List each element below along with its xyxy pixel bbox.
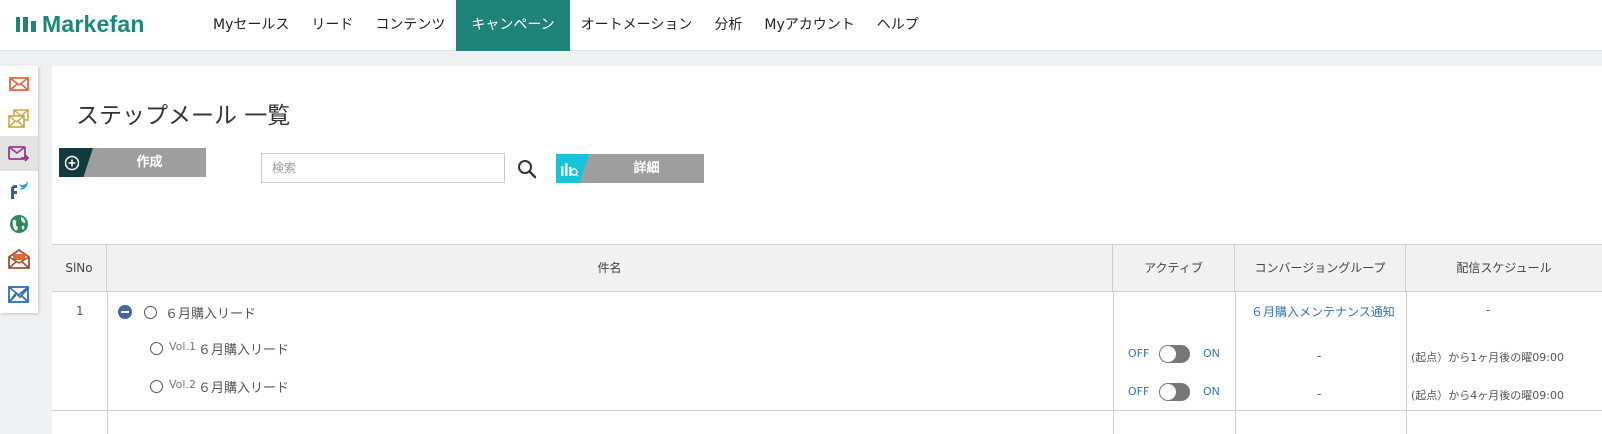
active-toggle[interactable] [1159, 345, 1190, 363]
top-navbar: Markefan Myセールス リード コンテンツ キャンペーン オートメーショ… [0, 0, 1602, 51]
toggle-on-label: ON [1203, 347, 1220, 360]
brand-name: Markefan [42, 10, 145, 37]
nav-item-analytics[interactable]: 分析 [703, 0, 753, 51]
nav-item-my-account[interactable]: Myアカウント [753, 0, 865, 51]
sidebar-item-social[interactable] [0, 171, 38, 206]
campaign-sidebar [0, 66, 38, 313]
nav-item-automation[interactable]: オートメーション [570, 0, 704, 51]
social-facebook-twitter-icon [11, 180, 28, 199]
search-icon[interactable] [517, 159, 537, 179]
sidebar-item-web[interactable] [0, 206, 38, 241]
detail-button-label: 詳細 [633, 161, 660, 176]
conversion-group-value: - [1317, 349, 1322, 363]
mail-icon [9, 76, 29, 91]
globe-icon [10, 214, 28, 233]
detail-button[interactable]: 詳細 [556, 154, 704, 183]
schedule-value: (起点）から4ヶ月後の曜09:00 [1411, 389, 1564, 402]
volume-label: Vol.1 [169, 340, 196, 353]
active-toggle[interactable] [1159, 383, 1190, 401]
table-body: 1 ６月購入リード ６月購入メンテナンス通知 - Vol.1 ６月購入リード O… [52, 292, 1602, 434]
step-mail-name[interactable]: ６月購入リード [198, 339, 289, 358]
create-button-cap [59, 148, 93, 177]
chart-bars-icon [561, 162, 578, 176]
row-radio[interactable] [150, 380, 163, 393]
row-radio[interactable] [150, 342, 163, 355]
toggle-on-label: ON [1203, 385, 1220, 398]
column-header-subject: 件名 [107, 245, 1113, 292]
detail-button-cap [556, 154, 589, 183]
schedule-value: - [1486, 303, 1491, 317]
conversion-group-value: - [1317, 387, 1322, 401]
main-panel: ステップメール 一覧 作成 詳細 SlNo 件名 アクティブ コンバージョングル… [52, 66, 1602, 434]
step-mail-table: SlNo 件名 アクティブ コンバージョングループ 配信スケジュール 1 ６月購… [52, 244, 1602, 434]
volume-label: Vol.2 [169, 378, 196, 391]
column-header-schedule: 配信スケジュール [1456, 261, 1552, 275]
collapse-icon[interactable] [118, 305, 132, 319]
column-header-conversion-group: コンバージョングループ [1235, 245, 1406, 292]
sidebar-item-step-mail[interactable] [0, 136, 38, 171]
search-input[interactable] [261, 153, 505, 183]
schedule-value: (起点）から1ヶ月後の曜09:00 [1411, 351, 1564, 364]
create-button-label: 作成 [136, 155, 163, 170]
brand-logo-mark [16, 16, 36, 32]
step-mail-name[interactable]: ６月購入リード [198, 377, 289, 396]
main-nav: Myセールス リード コンテンツ キャンペーン オートメーション 分析 Myアカ… [202, 0, 930, 51]
create-button[interactable]: 作成 [59, 148, 206, 177]
nav-item-my-sales[interactable]: Myセールス [202, 0, 300, 51]
toggle-off-label: OFF [1128, 347, 1150, 360]
toggle-off-label: OFF [1128, 385, 1150, 398]
row-number: 1 [76, 304, 84, 318]
plus-circle-icon [64, 155, 80, 170]
mail-open-icon [8, 248, 30, 269]
step-mail-name[interactable]: ６月購入リード [165, 303, 256, 322]
page-title: ステップメール 一覧 [76, 103, 291, 129]
mail-multiple-icon [8, 108, 29, 128]
nav-item-leads[interactable]: リード [300, 0, 364, 51]
conversion-group-link[interactable]: ６月購入メンテナンス通知 [1251, 303, 1395, 320]
mail-send-icon [8, 145, 30, 162]
sidebar-item-bulk-email[interactable] [0, 101, 38, 136]
table-header: SlNo 件名 アクティブ コンバージョングループ 配信スケジュール [52, 245, 1602, 292]
mail-chart-icon [8, 285, 29, 303]
brand-logo[interactable]: Markefan [16, 10, 145, 38]
nav-item-contents[interactable]: コンテンツ [364, 0, 456, 51]
sidebar-item-mail-open[interactable] [0, 241, 38, 276]
column-header-active: アクティブ [1113, 245, 1235, 292]
sidebar-item-email[interactable] [0, 66, 38, 101]
nav-item-campaign[interactable]: キャンペーン [456, 0, 570, 51]
column-header-no: SlNo [52, 245, 107, 292]
row-radio[interactable] [144, 306, 157, 319]
nav-item-help[interactable]: ヘルプ [866, 0, 930, 51]
sidebar-item-mail-report[interactable] [0, 276, 38, 311]
